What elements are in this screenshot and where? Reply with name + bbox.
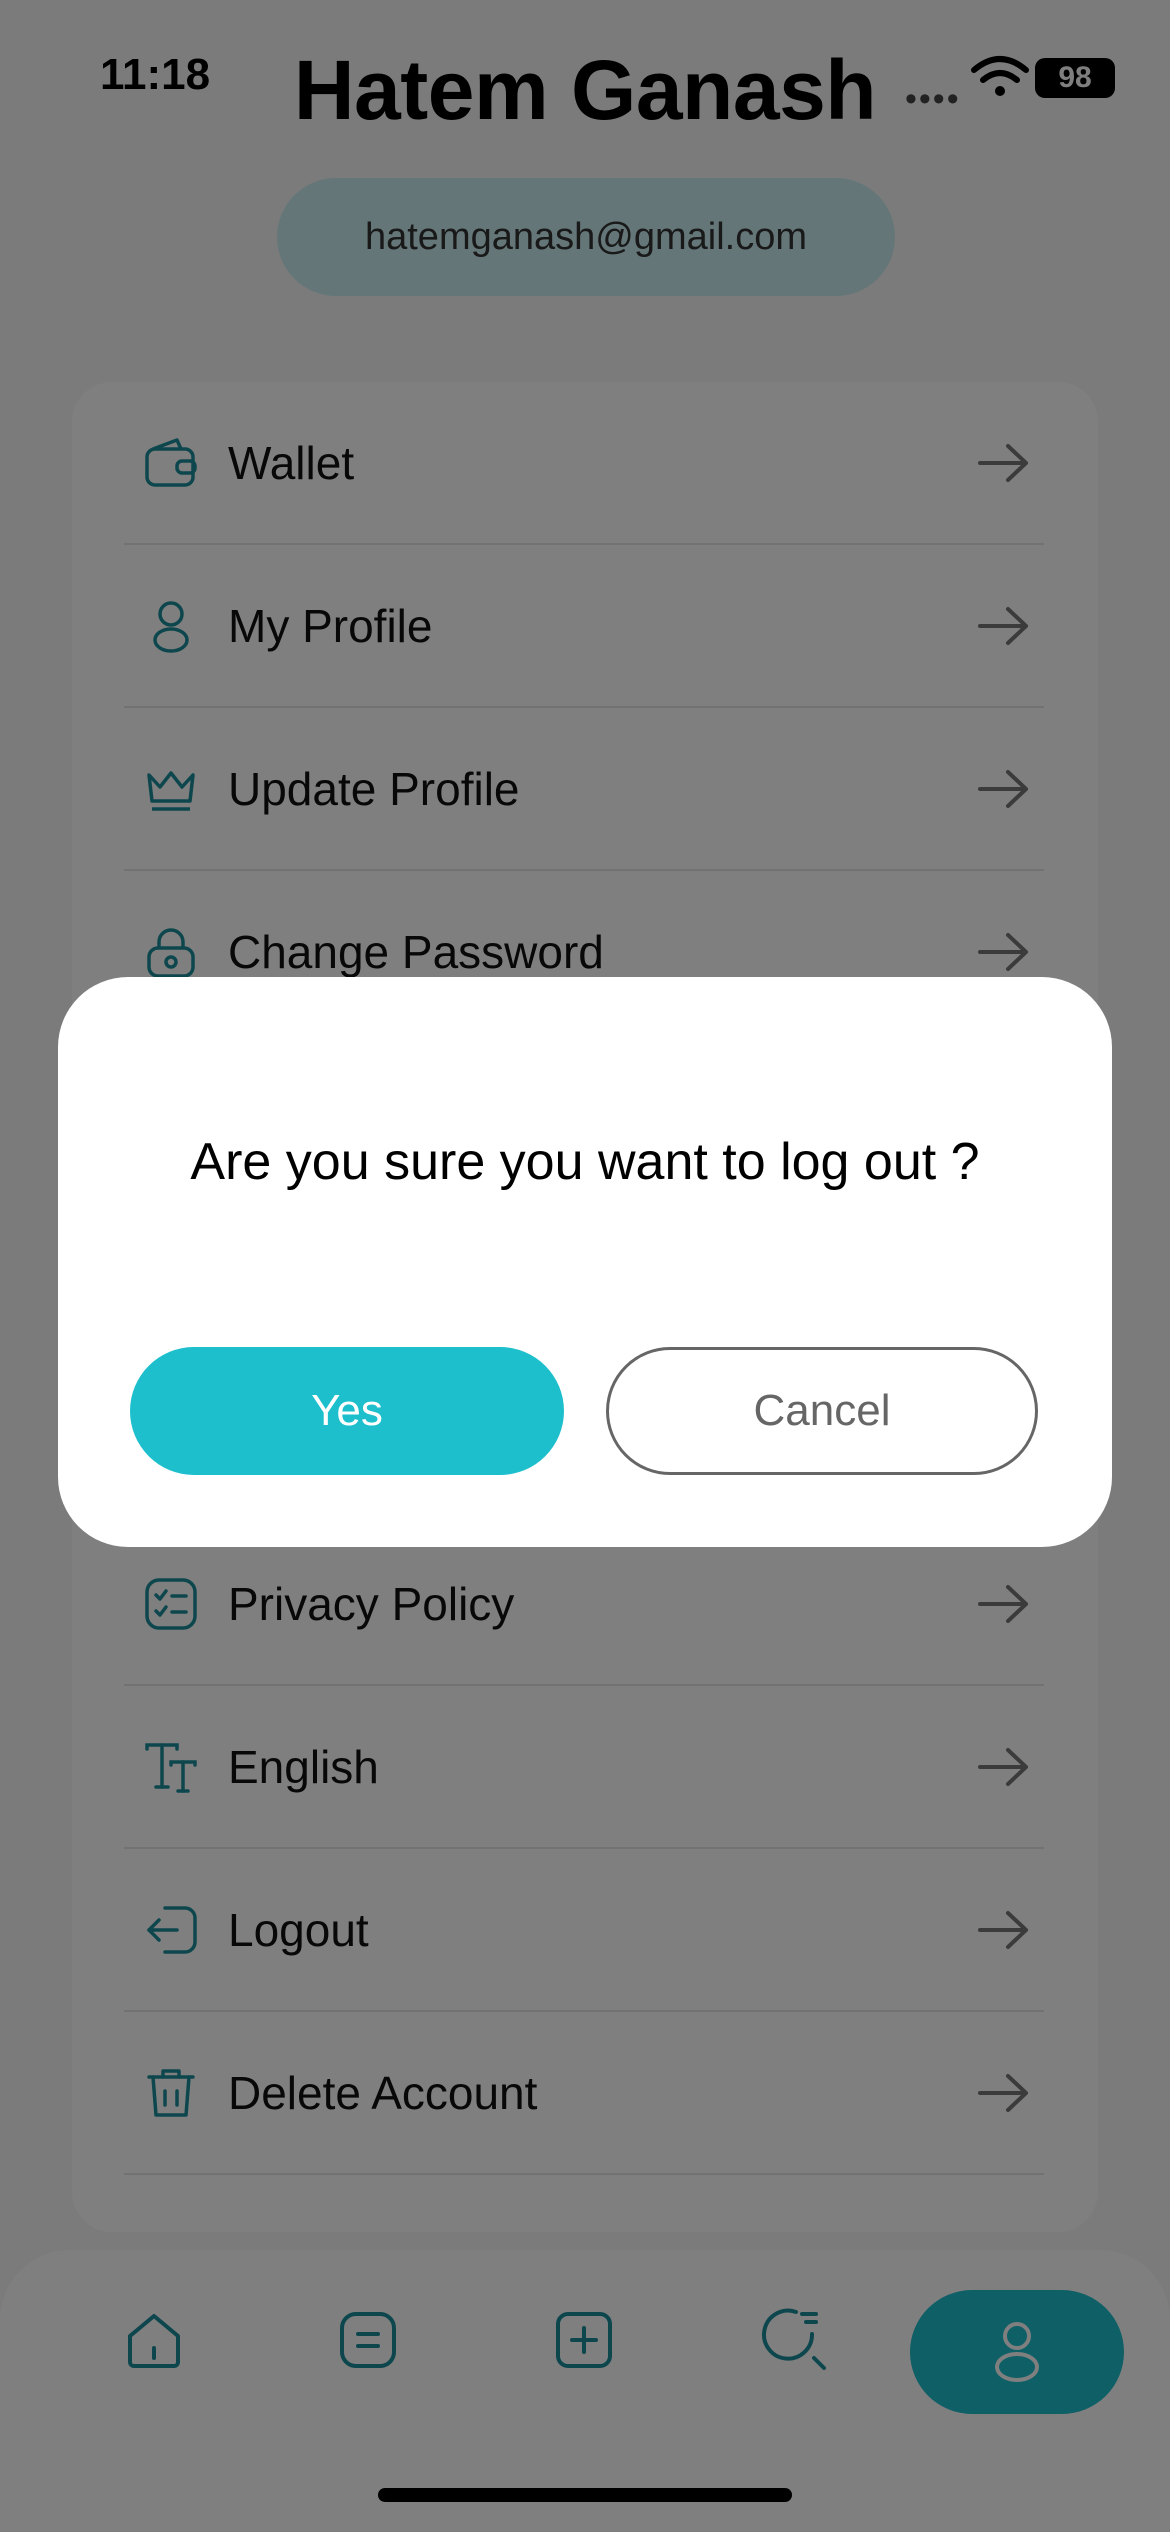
cancel-button[interactable]: Cancel	[606, 1347, 1038, 1475]
logout-dialog: Are you sure you want to log out ? Yes C…	[58, 977, 1112, 1547]
yes-button[interactable]: Yes	[130, 1347, 564, 1475]
dialog-message: Are you sure you want to log out ?	[190, 1133, 980, 1191]
